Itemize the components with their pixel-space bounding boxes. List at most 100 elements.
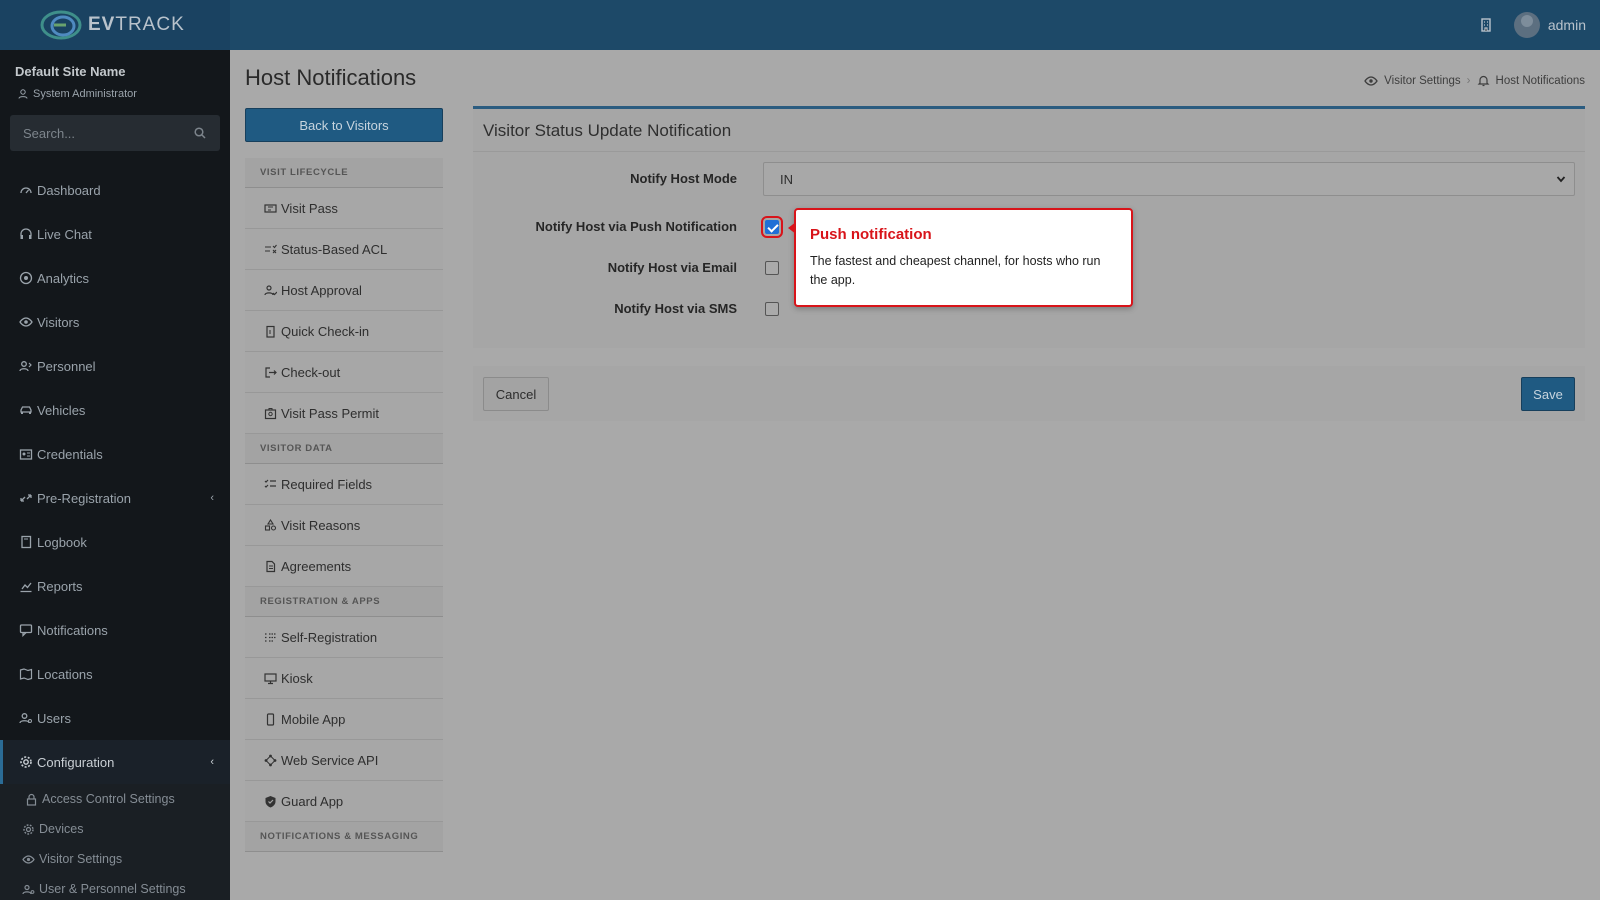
gauge-icon: [20, 187, 32, 194]
submenu-item-visit-pass[interactable]: Visit Pass: [245, 188, 443, 229]
section-heading: REGISTRATION & APPS: [245, 587, 443, 617]
configuration-subnav: Access Control Settings Devices Visitor …: [0, 784, 230, 900]
cog-icon: [23, 823, 34, 835]
sidebar-item-label: Reports: [37, 578, 83, 594]
subnav-item-visitor-settings[interactable]: Visitor Settings: [0, 844, 230, 874]
submenu-item-guard-app[interactable]: Guard App: [245, 781, 443, 822]
save-button[interactable]: Save: [1521, 377, 1575, 411]
submenu-item-label: Status-Based ACL: [281, 241, 388, 257]
chevron-left-icon: ‹: [210, 492, 214, 504]
email-label: Notify Host via Email: [607, 260, 737, 275]
search-icon[interactable]: [194, 127, 206, 139]
submenu-item-agreements[interactable]: Agreements: [245, 546, 443, 587]
book-icon: [21, 535, 32, 549]
search-input[interactable]: [10, 115, 220, 151]
submenu-item-web-service-api[interactable]: Web Service API: [245, 740, 443, 781]
sidebar-item-pre-registration[interactable]: Pre-Registration ‹: [0, 476, 230, 520]
sign-out-icon: [265, 366, 277, 378]
sidebar-item-label: Analytics: [37, 270, 90, 286]
subnav-item-access-control[interactable]: Access Control Settings: [0, 784, 230, 814]
network-icon: [264, 754, 277, 766]
sidebar-item-label: Visitors: [37, 314, 80, 330]
submenu-item-label: Guard App: [281, 793, 344, 809]
push-notification-callout: Push notification The fastest and cheape…: [788, 208, 1133, 307]
chevron-down-icon: [1556, 176, 1566, 183]
notify-host-mode-value: IN: [780, 171, 793, 187]
user-name: admin: [1547, 17, 1586, 33]
page-title: Host Notifications: [245, 65, 417, 90]
settings-submenu: VISIT LIFECYCLE Visit Pass Status-Based …: [245, 158, 443, 852]
breadcrumb-host-notifications: Host Notifications: [1495, 74, 1585, 87]
breadcrumb-separator: ›: [1466, 74, 1471, 87]
sidebar-item-personnel[interactable]: Personnel: [0, 344, 230, 388]
sidebar-item-reports[interactable]: Reports: [0, 564, 230, 608]
notify-host-mode-select[interactable]: IN: [763, 162, 1575, 196]
submenu-item-label: Visit Pass: [281, 200, 338, 216]
notify-host-mode-label: Notify Host Mode: [630, 171, 737, 186]
sidebar-item-dashboard[interactable]: Dashboard: [0, 168, 230, 212]
logo[interactable]: EVTRACK: [0, 0, 230, 50]
submenu-item-mobile-app[interactable]: Mobile App: [245, 699, 443, 740]
subnav-item-label: Devices: [39, 822, 84, 836]
users-icon: [19, 361, 32, 372]
submenu-item-required-fields[interactable]: Required Fields: [245, 464, 443, 505]
section-heading: VISITOR DATA: [245, 434, 443, 464]
submenu-item-quick-check-in[interactable]: Quick Check-in: [245, 311, 443, 352]
back-to-visitors-button[interactable]: Back to Visitors: [245, 108, 443, 142]
user-check-icon: [264, 284, 277, 295]
push-notification-checkbox[interactable]: [761, 216, 783, 238]
door-icon: [266, 325, 275, 338]
subnav-item-user-personnel[interactable]: User & Personnel Settings: [0, 874, 230, 900]
sms-checkbox[interactable]: [765, 302, 779, 316]
subnav-item-devices[interactable]: Devices: [0, 814, 230, 844]
lock-icon: [26, 793, 37, 806]
list-check-icon: [265, 244, 277, 253]
callout-body: The fastest and cheapest channel, for ho…: [810, 254, 1101, 287]
shield-icon: [265, 795, 276, 807]
email-checkbox[interactable]: [765, 261, 779, 275]
submenu-item-label: Quick Check-in: [281, 323, 370, 339]
map-icon: [19, 668, 33, 681]
submenu-item-check-out[interactable]: Check-out: [245, 352, 443, 393]
sidebar-item-live-chat[interactable]: Live Chat: [0, 212, 230, 256]
monitor-icon: [264, 672, 277, 684]
user-menu[interactable]: admin: [1513, 12, 1586, 38]
submenu-item-label: Self-Registration: [281, 629, 378, 645]
submenu-item-visit-pass-permit[interactable]: Visit Pass Permit: [245, 393, 443, 434]
sidebar-item-label: Pre-Registration: [37, 490, 131, 506]
sidebar-item-configuration[interactable]: Configuration ‹: [0, 740, 230, 784]
site-role-text: System Administrator: [33, 88, 137, 100]
sidebar-item-vehicles[interactable]: Vehicles: [0, 388, 230, 432]
breadcrumb-visitor-settings[interactable]: Visitor Settings: [1384, 75, 1461, 87]
chart-icon: [20, 582, 32, 593]
submenu-item-self-registration[interactable]: Self-Registration: [245, 617, 443, 658]
sidebar-item-label: Vehicles: [37, 402, 86, 418]
building-icon[interactable]: [1480, 18, 1492, 32]
submenu-item-label: Agreements: [281, 558, 352, 574]
sidebar-item-users[interactable]: Users: [0, 696, 230, 740]
id-card-icon: [19, 449, 33, 460]
sidebar-item-label: Credentials: [37, 446, 103, 462]
submenu-item-host-approval[interactable]: Host Approval: [245, 270, 443, 311]
sidebar-item-notifications[interactable]: Notifications: [0, 608, 230, 652]
sidebar-item-visitors[interactable]: Visitors: [0, 300, 230, 344]
card-divider: [473, 151, 1585, 152]
sidebar-item-logbook[interactable]: Logbook: [0, 520, 230, 564]
cancel-button[interactable]: Cancel: [483, 377, 549, 411]
submenu-item-status-based-acl[interactable]: Status-Based ACL: [245, 229, 443, 270]
section-heading: NOTIFICATIONS & MESSAGING: [245, 822, 443, 852]
submenu-item-kiosk[interactable]: Kiosk: [245, 658, 443, 699]
submenu-item-label: Visit Reasons: [281, 517, 361, 533]
form-actions: Cancel Save: [473, 366, 1585, 421]
submenu-item-label: Required Fields: [281, 476, 373, 492]
sidebar-item-locations[interactable]: Locations: [0, 652, 230, 696]
push-notification-label: Notify Host via Push Notification: [535, 219, 737, 234]
sidebar-item-label: Notifications: [37, 622, 108, 638]
submenu-item-label: Kiosk: [281, 670, 313, 686]
callout-title: Push notification: [810, 226, 932, 243]
arrows-icon: [20, 494, 32, 502]
sidebar-item-analytics[interactable]: Analytics: [0, 256, 230, 300]
sidebar-item-credentials[interactable]: Credentials: [0, 432, 230, 476]
permit-icon: [264, 407, 277, 419]
submenu-item-visit-reasons[interactable]: Visit Reasons: [245, 505, 443, 546]
